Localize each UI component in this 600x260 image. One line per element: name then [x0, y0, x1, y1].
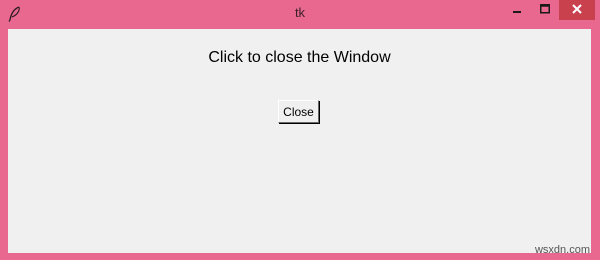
close-icon [572, 1, 582, 19]
minimize-icon [512, 1, 522, 19]
app-window: tk Click to close the Window Close wsxdn… [0, 0, 600, 260]
maximize-button[interactable] [531, 0, 559, 20]
close-window-button[interactable] [559, 0, 595, 20]
maximize-icon [540, 1, 550, 19]
minimize-button[interactable] [503, 0, 531, 20]
title-bar[interactable]: tk [0, 0, 600, 28]
window-content: Click to close the Window Close [8, 29, 591, 253]
instruction-label: Click to close the Window [208, 49, 391, 66]
watermark-text: wsxdn.com [534, 244, 590, 256]
close-button[interactable]: Close [278, 100, 319, 123]
